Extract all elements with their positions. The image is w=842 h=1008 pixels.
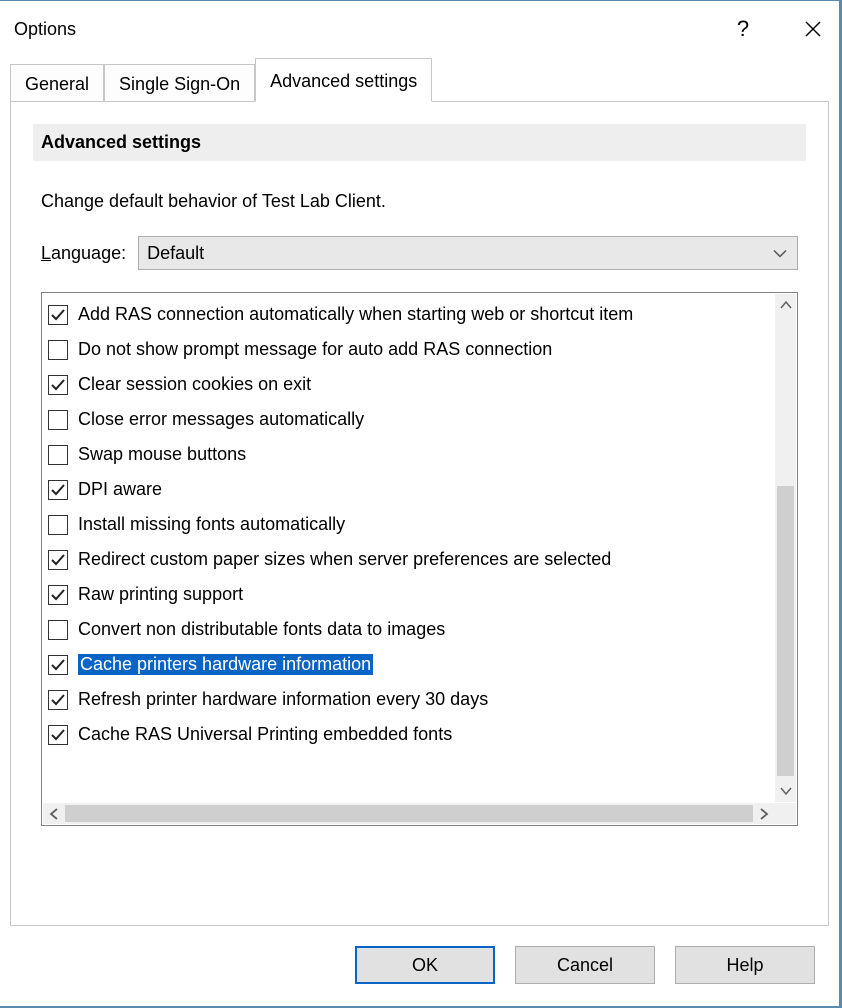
checkbox[interactable] bbox=[48, 445, 68, 465]
list-item[interactable]: Add RAS connection automatically when st… bbox=[48, 297, 775, 332]
list-item-label: Refresh printer hardware information eve… bbox=[78, 689, 488, 710]
list-item[interactable]: Install missing fonts automatically bbox=[48, 507, 775, 542]
checkbox[interactable] bbox=[48, 725, 68, 745]
checkbox[interactable] bbox=[48, 515, 68, 535]
horizontal-scroll-track[interactable] bbox=[65, 803, 753, 824]
checkbox[interactable] bbox=[48, 305, 68, 325]
list-item-label: Do not show prompt message for auto add … bbox=[78, 339, 552, 360]
advanced-settings-panel: Advanced settings Change default behavio… bbox=[10, 101, 829, 926]
list-item[interactable]: Redirect custom paper sizes when server … bbox=[48, 542, 775, 577]
tab-advanced-settings[interactable]: Advanced settings bbox=[255, 58, 432, 102]
list-item-label: Cache RAS Universal Printing embedded fo… bbox=[78, 724, 452, 745]
scroll-left-icon[interactable] bbox=[43, 803, 65, 824]
horizontal-scrollbar[interactable] bbox=[43, 803, 775, 824]
section-header: Advanced settings bbox=[33, 124, 806, 161]
scroll-corner bbox=[775, 803, 796, 824]
chevron-down-icon bbox=[773, 243, 787, 264]
tab-single-sign-on[interactable]: Single Sign-On bbox=[104, 64, 255, 102]
checkbox[interactable] bbox=[48, 690, 68, 710]
checkbox[interactable] bbox=[48, 550, 68, 570]
list-item[interactable]: DPI aware bbox=[48, 472, 775, 507]
list-item-label: Raw printing support bbox=[78, 584, 243, 605]
tab-general[interactable]: General bbox=[10, 64, 104, 102]
section-description: Change default behavior of Test Lab Clie… bbox=[41, 191, 798, 212]
help-icon[interactable]: ? bbox=[731, 17, 755, 41]
vertical-scrollbar[interactable] bbox=[775, 294, 796, 802]
scroll-right-icon[interactable] bbox=[753, 803, 775, 824]
list-item-label: Convert non distributable fonts data to … bbox=[78, 619, 445, 640]
list-item-label: Cache printers hardware information bbox=[78, 654, 373, 675]
checkbox[interactable] bbox=[48, 620, 68, 640]
list-item[interactable]: Close error messages automatically bbox=[48, 402, 775, 437]
list-item-label: Add RAS connection automatically when st… bbox=[78, 304, 633, 325]
checkbox[interactable] bbox=[48, 585, 68, 605]
scroll-down-icon[interactable] bbox=[775, 780, 796, 802]
list-item-label: Redirect custom paper sizes when server … bbox=[78, 549, 611, 570]
list-item-label: Close error messages automatically bbox=[78, 409, 364, 430]
ok-button[interactable]: OK bbox=[355, 946, 495, 984]
list-item-label: Swap mouse buttons bbox=[78, 444, 246, 465]
list-item-label: Install missing fonts automatically bbox=[78, 514, 345, 535]
close-icon[interactable] bbox=[801, 17, 825, 41]
settings-list-viewport: Add RAS connection automatically when st… bbox=[42, 293, 775, 803]
list-item[interactable]: Convert non distributable fonts data to … bbox=[48, 612, 775, 647]
checkbox[interactable] bbox=[48, 655, 68, 675]
list-item[interactable]: Do not show prompt message for auto add … bbox=[48, 332, 775, 367]
list-item-label: DPI aware bbox=[78, 479, 162, 500]
list-item[interactable]: Raw printing support bbox=[48, 577, 775, 612]
cancel-button[interactable]: Cancel bbox=[515, 946, 655, 984]
vertical-scroll-track[interactable] bbox=[775, 316, 796, 780]
list-item-label: Clear session cookies on exit bbox=[78, 374, 311, 395]
checkbox[interactable] bbox=[48, 340, 68, 360]
title-controls: ? bbox=[731, 17, 825, 41]
list-item[interactable]: Swap mouse buttons bbox=[48, 437, 775, 472]
dialog-buttons: OK Cancel Help bbox=[0, 946, 839, 1006]
list-item[interactable]: Cache RAS Universal Printing embedded fo… bbox=[48, 717, 775, 752]
checkbox[interactable] bbox=[48, 480, 68, 500]
language-row: Language: Default bbox=[41, 236, 798, 270]
language-select[interactable]: Default bbox=[138, 236, 798, 270]
tab-strip: General Single Sign-On Advanced settings bbox=[0, 57, 839, 101]
list-item[interactable]: Cache printers hardware information bbox=[48, 647, 775, 682]
options-dialog: Options ? General Single Sign-On Advance… bbox=[0, 0, 842, 1008]
list-item[interactable]: Clear session cookies on exit bbox=[48, 367, 775, 402]
language-select-value: Default bbox=[147, 243, 204, 264]
list-item[interactable]: Refresh printer hardware information eve… bbox=[48, 682, 775, 717]
language-label: Language: bbox=[41, 243, 126, 264]
titlebar: Options ? bbox=[0, 1, 839, 57]
help-button[interactable]: Help bbox=[675, 946, 815, 984]
checkbox[interactable] bbox=[48, 410, 68, 430]
horizontal-scroll-thumb[interactable] bbox=[65, 805, 753, 822]
window-title: Options bbox=[14, 19, 76, 40]
settings-listbox: Add RAS connection automatically when st… bbox=[41, 292, 798, 826]
checkbox[interactable] bbox=[48, 375, 68, 395]
vertical-scroll-thumb[interactable] bbox=[777, 486, 794, 776]
scroll-up-icon[interactable] bbox=[775, 294, 796, 316]
